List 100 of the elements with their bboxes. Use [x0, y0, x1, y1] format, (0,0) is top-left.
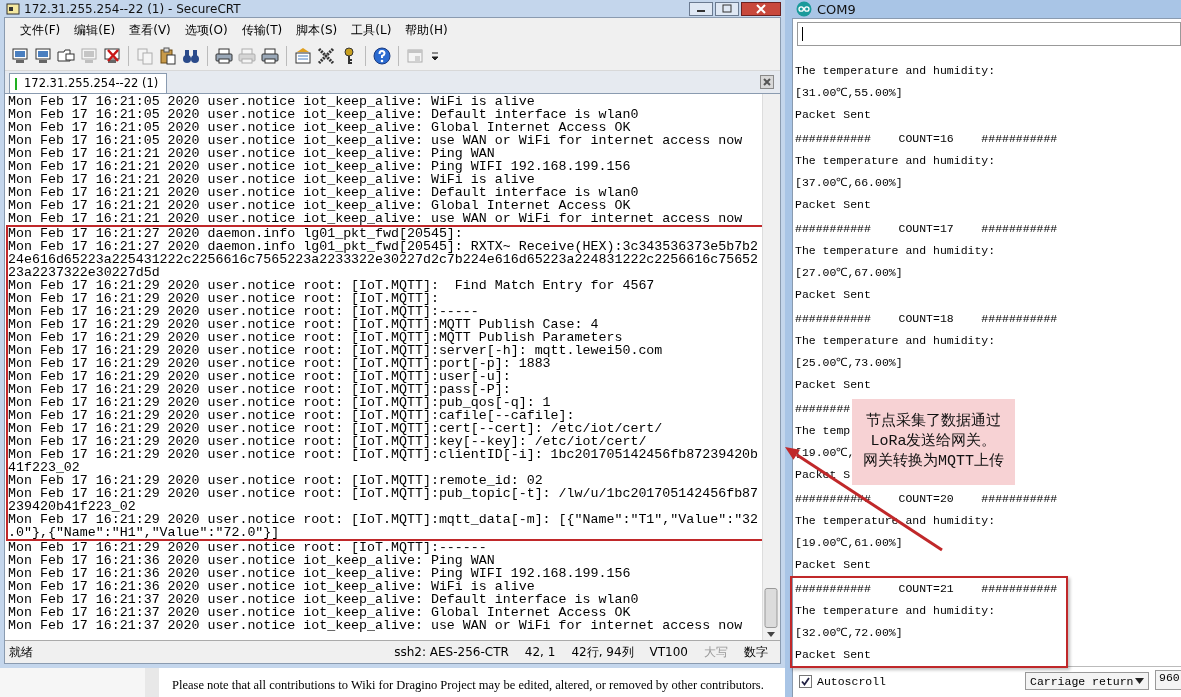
- serial-line: ########### COUNT=18 ###########: [795, 311, 1058, 327]
- serial-line: ########### COUNT=21 ###########: [795, 581, 1058, 597]
- terminal-line: Mon Feb 17 16:21:29 2020 user.notice root: [IoT.MQTT]:------: [8, 541, 487, 554]
- printer-icon[interactable]: [215, 47, 233, 65]
- folder-icon[interactable]: [57, 47, 75, 65]
- line-ending-dropdown[interactable]: Carriage return: [1025, 672, 1149, 690]
- terminal-line: Mon Feb 17 16:21:29 2020 user.notice root: [IoT.MQTT]:user[-u]:: [8, 370, 511, 383]
- serial-line: The temperature and humidity:: [795, 513, 996, 529]
- terminal-line: Mon Feb 17 16:21:27 2020 daemon.info lg01_pkt_fwd[20545]: RXTX~ Receive(HEX):3c343536373e5b7b2: [8, 240, 759, 253]
- status-message: 就绪: [9, 643, 33, 661]
- terminal-line: Mon Feb 17 16:21:29 2020 user.notice root: [IoT.MQTT]:MQTT Publish Case: 4: [8, 318, 599, 331]
- serial-line: The temperature and humidity:: [795, 63, 996, 79]
- terminal-line: Mon Feb 17 16:21:29 2020 user.notice root: [IoT.MQTT]:key[--key]: /etc/iot/cert/: [8, 435, 647, 448]
- callout-text: 网关转换为MQTT上传: [863, 452, 1004, 472]
- terminal-line: Mon Feb 17 16:21:21 2020 user.notice iot_keep_alive: Default interface is wlan0: [8, 186, 639, 199]
- disconnect-icon[interactable]: [103, 47, 121, 65]
- terminal-line: Mon Feb 17 16:21:36 2020 user.notice iot_keep_alive: WiFi is alive: [8, 580, 535, 593]
- terminal-line: Mon Feb 17 16:21:05 2020 user.notice iot_keep_alive: WiFi is alive: [8, 95, 535, 108]
- logo-icon: [796, 1, 812, 17]
- minimize-icon[interactable]: [689, 1, 713, 16]
- terminal-line: 23a2237322e30227d5d: [8, 266, 160, 279]
- terminal-line: Mon Feb 17 16:21:21 2020 user.notice iot_keep_alive: Global Internet Access OK: [8, 199, 631, 212]
- terminal-line: Mon Feb 17 16:21:36 2020 user.notice iot_keep_alive: Ping WIFI 192.168.199.156: [8, 567, 631, 580]
- menu-item[interactable]: 文件(F): [13, 19, 68, 41]
- menu-item[interactable]: 选项(O): [177, 19, 235, 41]
- terminal-line: Mon Feb 17 16:21:29 2020 user.notice root: [IoT.MQTT]:port[-p]: 1883: [8, 357, 551, 370]
- serial-line: ########: [795, 401, 851, 417]
- terminal-line: .0"},{"Name":"H1","Value":"72.0"}]: [8, 526, 280, 539]
- serial-line: The temp: [795, 423, 851, 439]
- terminal-line: 239420b41f223_02: [8, 500, 136, 513]
- serial-line: Packet Sent: [795, 377, 871, 393]
- menu-item[interactable]: 编辑(E): [67, 19, 123, 41]
- callout-text: 节点采集了数据通过: [866, 412, 1001, 432]
- serial-line: Packet Sent: [795, 647, 871, 663]
- terminal-line: Mon Feb 17 16:21:29 2020 user.notice root: [IoT.MQTT]:server[-h]: mqtt.lewei50.com: [8, 344, 663, 357]
- checked-checkbox[interactable]: [799, 674, 812, 688]
- paste-icon[interactable]: [159, 47, 177, 65]
- serial-line: [32.00℃,72.00%]: [795, 625, 903, 641]
- terminal-line: Mon Feb 17 16:21:27 2020 daemon.info lg01_pkt_fwd[20545]:: [8, 227, 463, 240]
- serial-line: Packet Sent: [795, 107, 871, 123]
- serial-line: ########### COUNT=17 ###########: [795, 221, 1058, 237]
- close-icon[interactable]: [741, 1, 781, 16]
- help-icon[interactable]: [373, 47, 391, 65]
- terminal-line: 24e616d65223a225431222c2256616c7565223a2233322e30227d2c7b224e616d65223a224831222c2256616c75652: [8, 253, 759, 266]
- terminal-line: Mon Feb 17 16:21:21 2020 user.notice iot_keep_alive: Ping WAN: [8, 147, 495, 160]
- terminal-line: Mon Feb 17 16:21:21 2020 user.notice iot_keep_alive: Ping WIFI 192.168.199.156: [8, 160, 631, 173]
- serial-line: Packet Sent: [795, 197, 871, 213]
- status-pane: 42行, 94列: [570, 643, 635, 661]
- terminal-line: Mon Feb 17 16:21:29 2020 user.notice root: [IoT.MQTT]:MQTT Publish Parameters: [8, 331, 623, 344]
- terminal-line: Mon Feb 17 16:21:05 2020 user.notice iot_keep_alive: use WAN or WiFi for internet access now: [8, 134, 743, 147]
- terminal-line: Mon Feb 17 16:21:29 2020 user.notice root: [IoT.MQTT]:pub_qos[-q]: 1: [8, 396, 551, 409]
- printer-icon[interactable]: [261, 47, 279, 65]
- session-tab[interactable]: 172.31.255.254--22 (1): [9, 73, 168, 93]
- baud-dropdown[interactable]: 960: [1155, 670, 1181, 690]
- serial-line: Packet Sent: [795, 287, 871, 303]
- terminal-line: Mon Feb 17 16:21:29 2020 user.notice root: [IoT.MQTT]:cert[--cert]: /etc/iot/cert/: [8, 422, 663, 435]
- app-icon: [6, 2, 20, 15]
- status-pane: VT100: [648, 645, 689, 659]
- wiki-notice: Please note that all contributions to Wiki for Dragino Project may be edited, altered, or removed by other contributors.: [171, 677, 764, 694]
- status-pane: 数字: [743, 643, 769, 661]
- serial-line: [19.00℃,61.00%]: [795, 535, 903, 551]
- menu-item[interactable]: 工具(L): [344, 19, 399, 41]
- status-pane: 42, 1: [523, 645, 557, 659]
- computer-icon[interactable]: [11, 47, 29, 65]
- terminal-line: Mon Feb 17 16:21:21 2020 user.notice iot_keep_alive: use WAN or WiFi for internet access now: [8, 212, 743, 225]
- terminal-line: Mon Feb 17 16:21:21 2020 user.notice iot_keep_alive: WiFi is alive: [8, 173, 535, 186]
- window-title: COM9: [817, 1, 856, 17]
- terminal-line: Mon Feb 17 16:21:37 2020 user.notice iot_keep_alive: Default interface is wlan0: [8, 593, 639, 606]
- status-pane: 大写: [703, 643, 729, 661]
- tools-icon[interactable]: [317, 47, 335, 65]
- close-icon[interactable]: [760, 75, 774, 89]
- terminal-line: Mon Feb 17 16:21:37 2020 user.notice iot_keep_alive: use WAN or WiFi for internet access now: [8, 619, 743, 632]
- settings-icon[interactable]: [294, 47, 312, 65]
- serial-line: The temperature and humidity:: [795, 333, 996, 349]
- status-pane: ssh2: AES-256-CTR: [393, 645, 510, 659]
- menu-item[interactable]: 帮助(H): [398, 19, 455, 41]
- dropdown-value: Carriage return: [1030, 674, 1134, 688]
- terminal-line: Mon Feb 17 16:21:29 2020 user.notice root: [IoT.MQTT]:cafile[--cafile]:: [8, 409, 575, 422]
- binoculars-icon[interactable]: [182, 47, 200, 65]
- terminal-line: Mon Feb 17 16:21:29 2020 user.notice root: [IoT.MQTT]: Find Match Entry for 4567: [8, 279, 655, 292]
- scrollbar-thumb[interactable]: [763, 588, 779, 628]
- menu-item[interactable]: 查看(V): [122, 19, 178, 41]
- terminal-line: Mon Feb 17 16:21:29 2020 user.notice root: [IoT.MQTT]:-----: [8, 305, 479, 318]
- serial-line: [25.00℃,73.00%]: [795, 355, 903, 371]
- send-input-field[interactable]: [797, 22, 1181, 46]
- computer-icon[interactable]: [34, 47, 52, 65]
- terminal-line: Mon Feb 17 16:21:36 2020 user.notice iot_keep_alive: Ping WAN: [8, 554, 495, 567]
- terminal-line: Mon Feb 17 16:21:37 2020 user.notice iot_keep_alive: Global Internet Access OK: [8, 606, 631, 619]
- autoscroll-label: Autoscroll: [817, 674, 886, 688]
- serial-line: The temperature and humidity:: [795, 153, 996, 169]
- terminal-line: Mon Feb 17 16:21:29 2020 user.notice root: [IoT.MQTT]:pub_topic[-t]: /lw/u/1bc201705142456fb87: [8, 487, 759, 500]
- serial-line: [31.00℃,55.00%]: [795, 85, 903, 101]
- callout-text: LoRa发送给网关。: [870, 432, 997, 452]
- menu-item[interactable]: 传输(T): [234, 19, 290, 41]
- menu-item[interactable]: 脚本(S): [289, 19, 345, 41]
- serial-line: The temperature and humidity:: [795, 603, 996, 619]
- serial-line: Packet Sent: [795, 557, 871, 573]
- maximize-icon[interactable]: [715, 1, 739, 16]
- serial-line: ########### COUNT=16 ###########: [795, 131, 1058, 147]
- terminal-line: Mon Feb 17 16:21:29 2020 user.notice root: [IoT.MQTT]:: [8, 292, 439, 305]
